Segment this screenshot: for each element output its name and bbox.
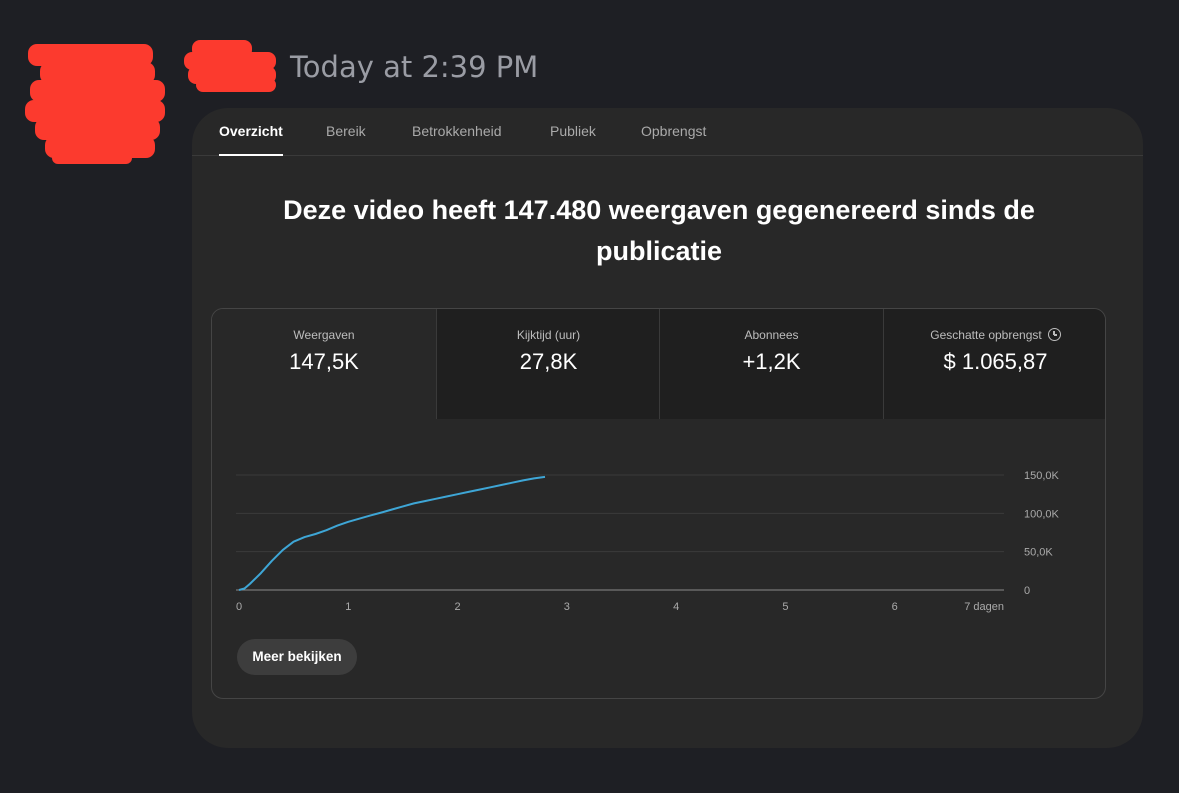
tab-label: Betrokkenheid xyxy=(412,123,502,139)
y-tick-label: 150,0K xyxy=(1024,470,1060,482)
tab-opbrengst[interactable]: Opbrengst xyxy=(641,123,706,156)
x-tick-label: 1 xyxy=(345,601,351,613)
x-tick-label: 3 xyxy=(564,601,570,613)
meer-bekijken-button[interactable]: Meer bekijken xyxy=(237,639,357,675)
page-title: Deze video heeft 147.480 weergaven gegen… xyxy=(283,195,1035,266)
x-tick-label: 7 dagen xyxy=(964,601,1004,613)
views-series-line xyxy=(238,475,546,591)
x-tick-label: 6 xyxy=(892,601,898,613)
tab-label: Bereik xyxy=(326,123,366,139)
tab-label: Publiek xyxy=(550,123,596,139)
tab-overzicht[interactable]: Overzicht xyxy=(219,123,283,156)
tab-bereik[interactable]: Bereik xyxy=(326,123,366,156)
x-tick-label: 2 xyxy=(455,601,461,613)
stats-panel: Weergaven 147,5K Kijktijd (uur) 27,8K Ab… xyxy=(211,308,1106,699)
tab-label: Opbrengst xyxy=(641,123,707,139)
redacted-username xyxy=(184,40,276,92)
tab-bar: Overzicht Bereik Betrokkenheid Publiek O… xyxy=(192,108,1143,156)
message-timestamp: Today at 2:39 PM xyxy=(290,50,539,84)
y-tick-label: 0 xyxy=(1024,585,1030,597)
y-tick-label: 50,0K xyxy=(1024,547,1053,559)
tab-label: Overzicht xyxy=(219,123,283,139)
tab-publiek[interactable]: Publiek xyxy=(550,123,596,156)
y-tick-label: 100,0K xyxy=(1024,508,1060,520)
tab-betrokkenheid[interactable]: Betrokkenheid xyxy=(412,123,502,156)
x-tick-label: 4 xyxy=(673,601,679,613)
x-tick-label: 0 xyxy=(236,601,242,613)
tab-active-indicator xyxy=(219,154,283,156)
x-tick-label: 5 xyxy=(782,601,788,613)
analytics-card: Overzicht Bereik Betrokkenheid Publiek O… xyxy=(192,108,1143,748)
